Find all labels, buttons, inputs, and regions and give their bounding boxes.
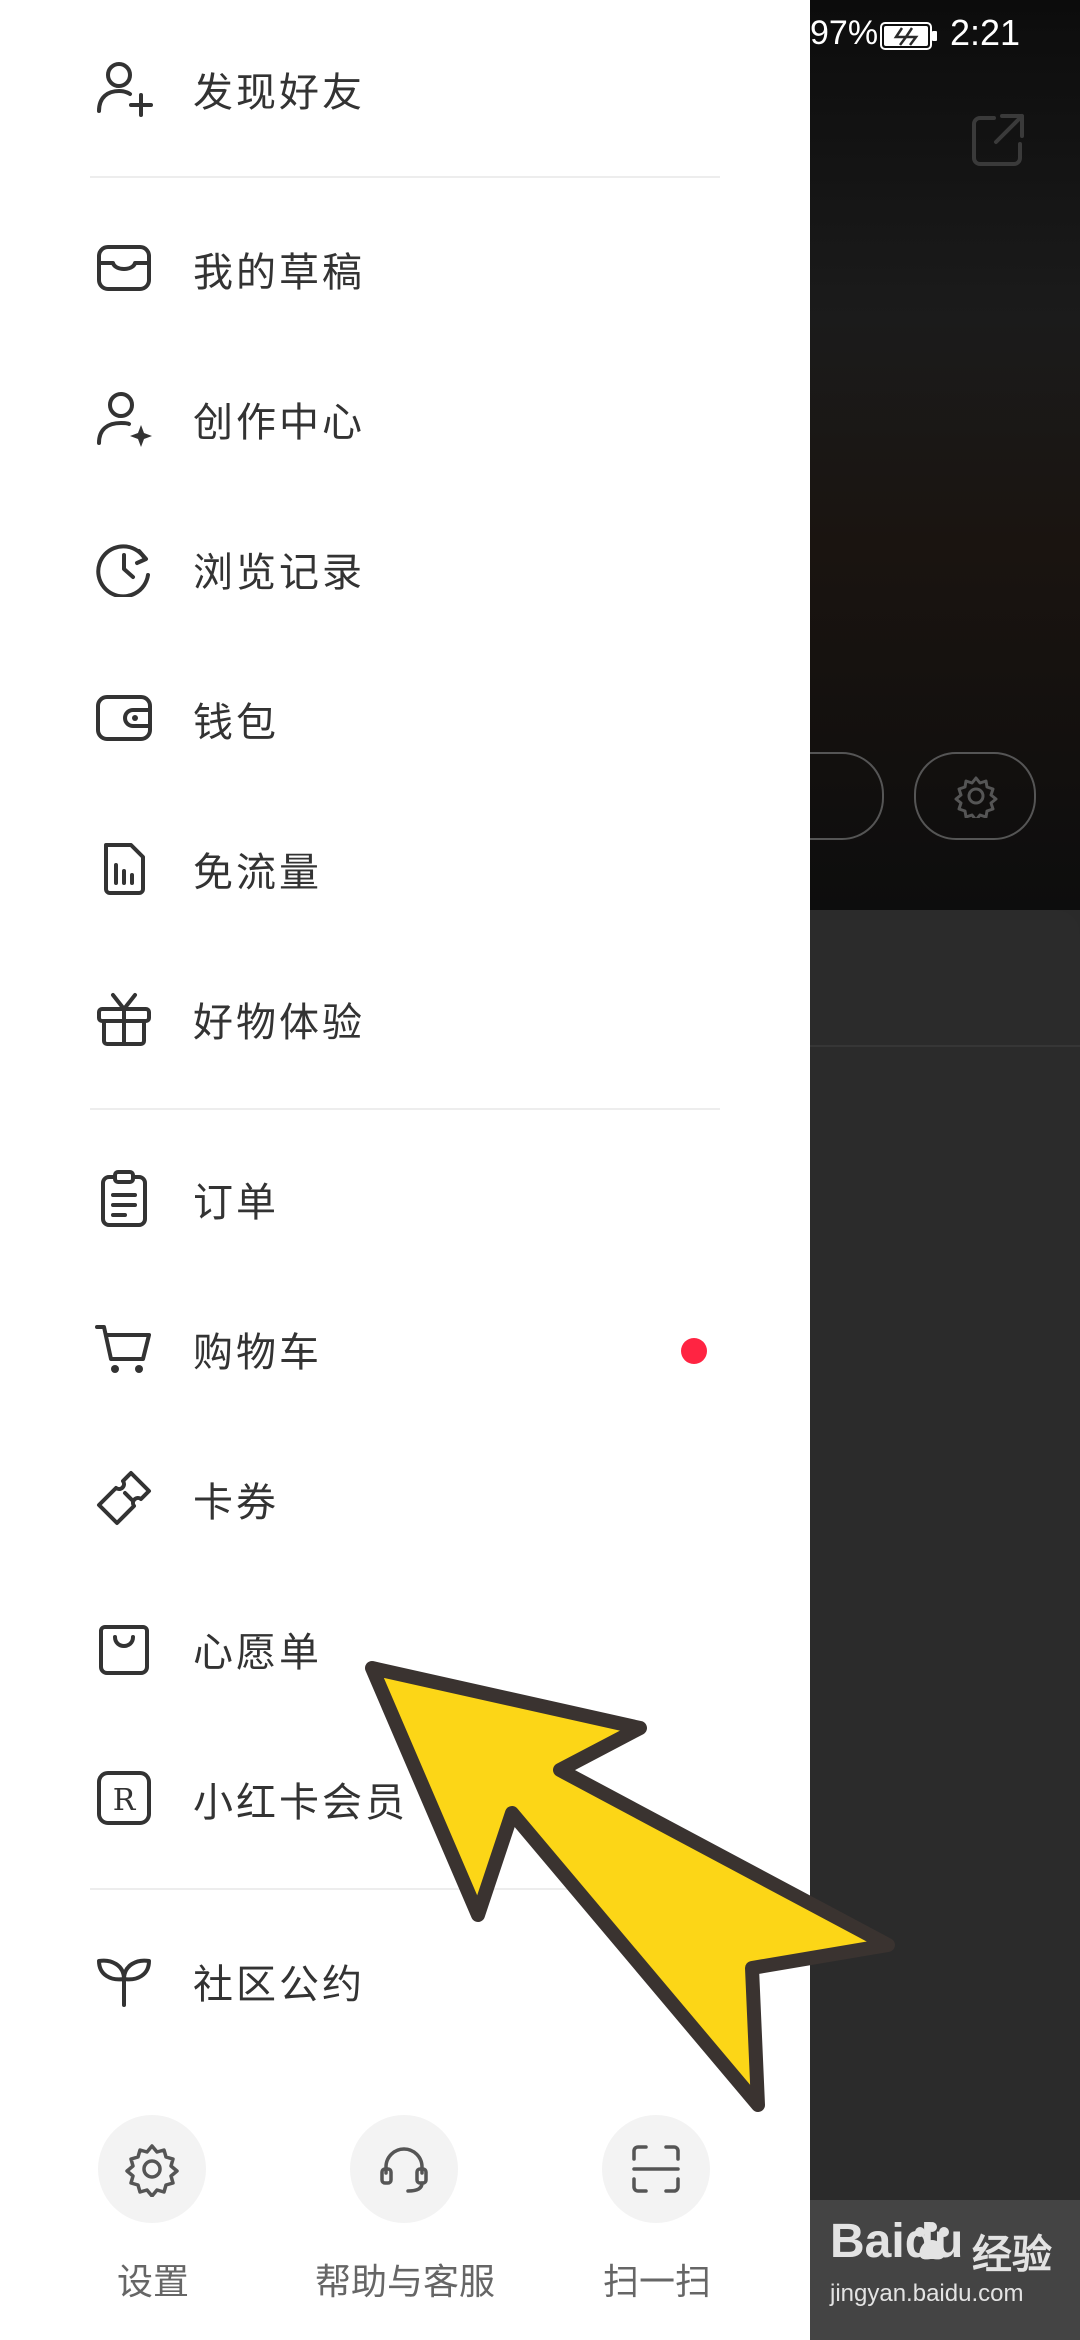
battery-percentage: 97% bbox=[810, 14, 879, 52]
shopping-bag-icon bbox=[99, 1625, 149, 1675]
clipboard-icon bbox=[101, 1170, 147, 1227]
divider bbox=[90, 176, 720, 178]
gear-icon bbox=[954, 776, 998, 818]
divider bbox=[810, 1045, 1080, 1047]
scan-button[interactable]: 扫一扫 bbox=[532, 2115, 782, 2303]
sprout-icon bbox=[97, 1958, 151, 2007]
drawer-item-history[interactable]: 浏览记录 bbox=[0, 492, 810, 642]
settings-button[interactable]: 设置 bbox=[28, 2115, 278, 2303]
drawer-item-label: 免流量 bbox=[193, 850, 322, 896]
watermark-url: jingyan.baidu.com bbox=[830, 2280, 1024, 2307]
settings-pill[interactable] bbox=[914, 752, 1036, 840]
bottom-button-label: 扫一扫 bbox=[602, 2262, 711, 2303]
headset-icon bbox=[380, 2147, 428, 2193]
drawer-item-label: 我的草稿 bbox=[193, 250, 365, 296]
drawer-item-label: 卡券 bbox=[193, 1480, 279, 1526]
ticket-icon bbox=[97, 1471, 151, 1525]
status-bar: 97% 2:21 bbox=[810, 0, 1080, 72]
drawer-item-label: 浏览记录 bbox=[193, 550, 365, 596]
creator-icon bbox=[97, 392, 152, 447]
drawer-item-label: 订单 bbox=[193, 1180, 279, 1226]
cart-notification-dot bbox=[681, 1338, 707, 1364]
drawer-item-label: 心愿单 bbox=[193, 1630, 322, 1676]
baidu-jingyan-watermark: Baidu 经验 jingyan.baidu.com bbox=[822, 2208, 1072, 2328]
content-card bbox=[810, 910, 1080, 2210]
drawer-item-find-friends[interactable]: 发现好友 bbox=[0, 12, 810, 162]
drawer-item-product-trial[interactable]: 好物体验 bbox=[0, 942, 810, 1092]
r-badge-icon: R bbox=[97, 1771, 151, 1825]
divider bbox=[90, 1108, 720, 1110]
add-user-icon bbox=[97, 62, 153, 117]
drawer-item-wishlist[interactable]: 心愿单 bbox=[0, 1572, 810, 1722]
drawer-item-coupons[interactable]: 卡券 bbox=[0, 1422, 810, 1572]
data-sim-icon bbox=[104, 843, 145, 895]
drawer-item-label: 钱包 bbox=[193, 700, 279, 746]
drawer-item-wallet[interactable]: 钱包 bbox=[0, 642, 810, 792]
inbox-icon bbox=[97, 245, 151, 291]
drawer-item-orders[interactable]: 订单 bbox=[0, 1122, 810, 1272]
drawer-item-label: 创作中心 bbox=[193, 400, 365, 446]
drawer-item-creator-center[interactable]: 创作中心 bbox=[0, 342, 810, 492]
svg-text:R: R bbox=[113, 1783, 137, 1818]
gear-icon bbox=[125, 2144, 179, 2197]
drawer-item-label: 发现好友 bbox=[193, 70, 365, 116]
drawer-item-label: 好物体验 bbox=[193, 1000, 365, 1046]
drawer-item-label: 小红卡会员 bbox=[193, 1780, 408, 1826]
share-icon[interactable] bbox=[968, 110, 1028, 170]
divider bbox=[90, 1888, 720, 1890]
cart-icon bbox=[95, 1325, 151, 1373]
clock: 2:21 bbox=[950, 12, 1021, 53]
history-clock-icon bbox=[96, 544, 150, 597]
background-page: 料 bbox=[810, 0, 1080, 2340]
gift-icon bbox=[97, 993, 151, 1046]
watermark-brand-suffix: 经验 bbox=[972, 2233, 1052, 2277]
drawer-item-label: 购物车 bbox=[193, 1330, 322, 1376]
drawer-item-community-rules[interactable]: 社区公约 bbox=[0, 1904, 810, 2054]
wallet-icon bbox=[96, 695, 152, 741]
drawer-item-free-data[interactable]: 免流量 bbox=[0, 792, 810, 942]
bottom-button-label: 设置 bbox=[116, 2262, 189, 2303]
drawer-item-label: 社区公约 bbox=[193, 1962, 365, 2008]
scan-icon bbox=[632, 2145, 680, 2193]
side-drawer: 发现好友 我的草稿 创作中心 浏览记录 钱包 免流量 好物体验 订单 购物车 卡… bbox=[0, 0, 810, 2340]
help-support-button[interactable]: 帮助与客服 bbox=[280, 2115, 530, 2303]
bottom-button-label: 帮助与客服 bbox=[314, 2262, 495, 2303]
drawer-item-drafts[interactable]: 我的草稿 bbox=[0, 192, 810, 342]
battery-icon bbox=[880, 22, 937, 50]
drawer-item-membership[interactable]: R 小红卡会员 bbox=[0, 1722, 810, 1872]
paw-logo-icon bbox=[915, 2222, 949, 2260]
